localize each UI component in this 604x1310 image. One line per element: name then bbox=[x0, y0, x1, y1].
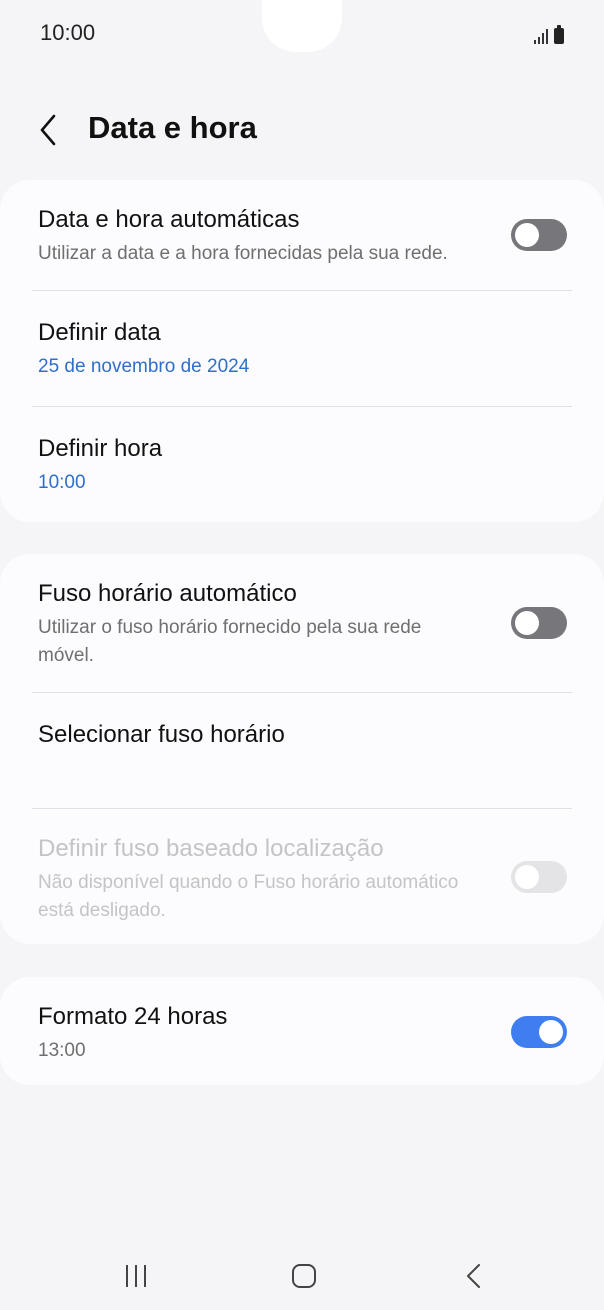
auto-datetime-subtitle: Utilizar a data e a hora fornecidas pela… bbox=[38, 243, 448, 264]
status-icons bbox=[534, 22, 564, 44]
back-icon bbox=[467, 1264, 480, 1288]
location-timezone-row: Definir fuso baseado localização Não dis… bbox=[0, 809, 604, 944]
home-button[interactable] bbox=[274, 1258, 334, 1294]
auto-datetime-row[interactable]: Data e hora automáticas Utilizar a data … bbox=[0, 180, 604, 290]
auto-timezone-title: Fuso horário automático bbox=[38, 580, 297, 607]
nav-back-button[interactable] bbox=[444, 1258, 504, 1294]
set-time-title: Definir hora bbox=[38, 435, 163, 462]
set-date-row[interactable]: Definir data 25 de novembro de 2024 bbox=[0, 291, 604, 406]
auto-datetime-title: Data e hora automáticas bbox=[38, 206, 300, 233]
set-time-row[interactable]: Definir hora 10:00 bbox=[0, 407, 604, 522]
select-timezone-row[interactable]: Selecionar fuso horário bbox=[0, 693, 604, 808]
location-timezone-toggle bbox=[511, 861, 567, 893]
status-time: 10:00 bbox=[40, 20, 96, 45]
auto-datetime-toggle[interactable] bbox=[511, 219, 567, 251]
set-time-value: 10:00 bbox=[38, 472, 86, 493]
recent-apps-button[interactable] bbox=[106, 1258, 166, 1294]
format-24h-toggle[interactable] bbox=[511, 1016, 567, 1048]
timezone-card: Fuso horário automático Utilizar o fuso … bbox=[0, 554, 604, 944]
auto-timezone-subtitle: Utilizar o fuso horário fornecido pela s… bbox=[38, 617, 422, 666]
set-date-value: 25 de novembro de 2024 bbox=[38, 356, 250, 377]
system-nav-bar bbox=[0, 1240, 604, 1310]
signal-icon bbox=[534, 28, 548, 44]
page-header: Data e hora bbox=[0, 100, 604, 160]
location-timezone-subtitle: Não disponível quando o Fuso horário aut… bbox=[38, 872, 459, 921]
format-card: Formato 24 horas 13:00 bbox=[0, 977, 604, 1085]
location-timezone-title: Definir fuso baseado localização bbox=[38, 835, 384, 862]
battery-icon bbox=[554, 25, 564, 44]
format-24h-row[interactable]: Formato 24 horas 13:00 bbox=[0, 977, 604, 1085]
set-date-title: Definir data bbox=[38, 319, 161, 346]
back-button[interactable] bbox=[30, 108, 70, 152]
recent-apps-icon bbox=[126, 1265, 146, 1287]
format-24h-title: Formato 24 horas bbox=[38, 1003, 228, 1030]
select-timezone-title: Selecionar fuso horário bbox=[38, 721, 285, 748]
datetime-card: Data e hora automáticas Utilizar a data … bbox=[0, 180, 604, 522]
home-icon bbox=[292, 1264, 316, 1288]
status-bar: 10:00 bbox=[0, 0, 604, 70]
auto-timezone-row[interactable]: Fuso horário automático Utilizar o fuso … bbox=[0, 554, 604, 692]
camera-notch bbox=[262, 0, 342, 52]
auto-timezone-toggle[interactable] bbox=[511, 607, 567, 639]
chevron-left-icon bbox=[40, 114, 56, 146]
format-24h-subtitle: 13:00 bbox=[38, 1040, 86, 1061]
page-title: Data e hora bbox=[88, 110, 257, 145]
